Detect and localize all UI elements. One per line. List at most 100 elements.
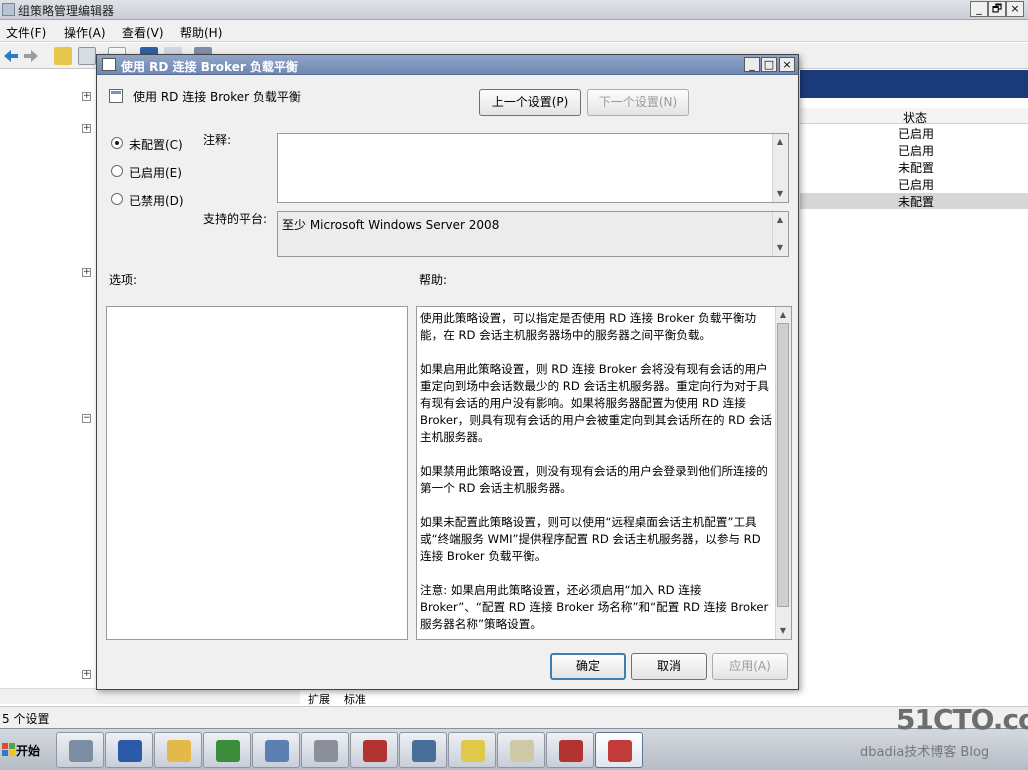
options-label: 选项: (109, 273, 138, 287)
radio-dot[interactable] (111, 193, 123, 205)
dialog-title-bar: 使用 RD 连接 Broker 负载平衡 _ □ × (97, 55, 798, 75)
taskbar-item[interactable] (56, 732, 104, 768)
apply-button[interactable]: 应用(A) (712, 653, 788, 680)
menu-action[interactable]: 操作(A) (64, 24, 106, 41)
options-panel (106, 306, 408, 640)
mmc-console-icon (314, 740, 338, 762)
network-globe-icon (216, 740, 240, 762)
taskbar-item[interactable] (497, 732, 545, 768)
parent-close-button[interactable]: × (1006, 1, 1024, 17)
scroll-down-icon[interactable]: ▼ (778, 626, 788, 636)
start-label: 开始 (16, 744, 41, 758)
start-button[interactable]: 开始 (2, 737, 48, 763)
tab-standard[interactable]: 标准 (344, 691, 366, 707)
help-panel: 使用此策略设置，可以指定是否使用 RD 连接 Broker 负载平衡功能，在 R… (416, 306, 792, 640)
notepad-icon (461, 740, 485, 762)
parent-title-bar: 组策略管理编辑器 _ 🗗 × (0, 0, 1028, 20)
taskbar-item[interactable] (350, 732, 398, 768)
scroll-thumb[interactable] (777, 323, 789, 607)
status-cell[interactable]: 已启用 (898, 142, 934, 159)
list-header-band (800, 70, 1028, 98)
tree-expand-icon[interactable]: + (82, 268, 91, 277)
taskbar-item[interactable] (301, 732, 349, 768)
comment-scrollbar[interactable]: ▲ ▼ (772, 134, 788, 202)
platform-scrollbar[interactable]: ▲ ▼ (772, 212, 788, 256)
status-column-header[interactable]: 状态 (903, 109, 927, 126)
status-cell[interactable]: 已启用 (898, 125, 934, 142)
tab-extended[interactable]: 扩展 (308, 691, 330, 707)
help-label: 帮助: (419, 273, 448, 287)
taskbar-item[interactable] (448, 732, 496, 768)
toolbox-icon-2 (559, 740, 583, 762)
taskbar-item[interactable] (203, 732, 251, 768)
radio-label: 已启用(E) (129, 166, 182, 180)
windows-logo-icon (2, 743, 15, 756)
radio-dot[interactable] (111, 137, 123, 149)
taskbar-item[interactable] (252, 732, 300, 768)
radio-label: 已禁用(D) (129, 194, 184, 208)
help-text: 使用此策略设置，可以指定是否使用 RD 连接 Broker 负载平衡功能，在 R… (420, 311, 772, 631)
show-hide-tree-icon[interactable] (78, 47, 96, 65)
up-folder-icon[interactable] (54, 47, 72, 65)
status-cell[interactable]: 已启用 (898, 176, 934, 193)
parent-minimize-button[interactable]: _ (970, 1, 988, 17)
ok-button[interactable]: 确定 (550, 653, 626, 680)
comment-label: 注释: (203, 133, 232, 147)
parent-restore-button[interactable]: 🗗 (988, 1, 1006, 17)
forward-icon[interactable] (22, 47, 40, 65)
radio-dot[interactable] (111, 165, 123, 177)
platform-value: 至少 Microsoft Windows Server 2008 (282, 218, 500, 232)
previous-setting-button[interactable]: 上一个设置(P) (479, 89, 581, 116)
tree-collapse-icon[interactable]: − (82, 414, 91, 423)
scroll-down-icon[interactable]: ▼ (775, 243, 785, 253)
dialog-minimize-button[interactable]: _ (744, 57, 760, 72)
taskbar-item[interactable] (399, 732, 447, 768)
tree-expand-icon[interactable]: + (82, 92, 91, 101)
toolbox-icon (363, 740, 387, 762)
view-tabs: 扩展 标准 (300, 690, 390, 706)
platform-label: 支持的平台: (203, 212, 268, 226)
policy-editor-icon (608, 740, 632, 762)
setting-heading: 使用 RD 连接 Broker 负载平衡 (133, 90, 301, 104)
menu-bar: 文件(F) 操作(A) 查看(V) 帮助(H) (0, 20, 1028, 42)
dialog-title: 使用 RD 连接 Broker 负载平衡 (121, 60, 298, 74)
help-scrollbar[interactable]: ▲ ▼ (775, 307, 791, 639)
tree-expand-icon[interactable]: + (82, 670, 91, 679)
setting-icon (109, 89, 123, 103)
platform-field: 至少 Microsoft Windows Server 2008 ▲ ▼ (277, 211, 789, 257)
next-setting-button[interactable]: 下一个设置(N) (587, 89, 689, 116)
back-icon[interactable] (2, 47, 20, 65)
document-icon (510, 740, 534, 762)
watermark: 51CTO.com dbadia技术博客 Blog (860, 703, 1028, 765)
taskbar-item[interactable] (105, 732, 153, 768)
scroll-up-icon[interactable]: ▲ (775, 215, 785, 225)
explorer-folder-icon (167, 740, 191, 762)
tools-icon (412, 740, 436, 762)
watermark-line: dbadia技术博客 Blog (860, 745, 990, 760)
taskbar-item[interactable] (595, 732, 643, 768)
scroll-down-icon[interactable]: ▼ (775, 189, 785, 199)
policy-setting-dialog: 使用 RD 连接 Broker 负载平衡 _ □ × 使用 RD 连接 Brok… (96, 54, 799, 690)
tree-expand-icon[interactable]: + (82, 124, 91, 133)
taskbar-item[interactable] (546, 732, 594, 768)
menu-help[interactable]: 帮助(H) (180, 24, 222, 41)
dialog-maximize-button[interactable]: □ (761, 57, 777, 72)
server-manager-icon (69, 740, 93, 762)
status-cell[interactable]: 未配置 (898, 193, 934, 210)
list-column-headers: 状态 (800, 108, 1028, 126)
scroll-up-icon[interactable]: ▲ (775, 137, 785, 147)
network-topology-icon (265, 740, 289, 762)
watermark-logo: 51CTO.com (896, 703, 1028, 736)
status-cell[interactable]: 未配置 (898, 159, 934, 176)
comment-textarea[interactable]: ▲ ▼ (277, 133, 789, 203)
menu-view[interactable]: 查看(V) (122, 24, 164, 41)
menu-file[interactable]: 文件(F) (6, 24, 46, 41)
powershell-icon (118, 740, 142, 762)
dialog-icon (102, 58, 116, 71)
horizontal-scrollbar[interactable] (0, 688, 300, 704)
cancel-button[interactable]: 取消 (631, 653, 707, 680)
scroll-up-icon[interactable]: ▲ (778, 310, 788, 320)
dialog-close-button[interactable]: × (779, 57, 795, 72)
parent-window-title: 组策略管理编辑器 (18, 4, 115, 18)
taskbar-item[interactable] (154, 732, 202, 768)
